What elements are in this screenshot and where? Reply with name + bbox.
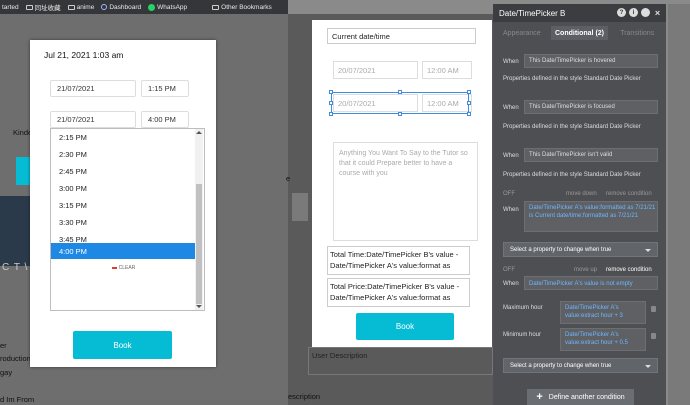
property-editor-panel: Date/TimePicker B ? i × Appearance Condi… — [493, 4, 666, 405]
plus-icon: + — [536, 391, 543, 403]
current-datetime-field[interactable]: Current date/time — [327, 28, 476, 44]
background-button — [16, 157, 30, 185]
time-option[interactable]: 2:30 PM — [51, 146, 196, 162]
whatsapp-icon — [148, 3, 156, 11]
window-scrollbar[interactable] — [668, 4, 690, 405]
move-up-button[interactable]: move up — [574, 267, 597, 273]
move-down-button[interactable]: move down — [566, 191, 597, 197]
help-icon[interactable]: ? — [617, 8, 626, 17]
trash-icon[interactable] — [651, 306, 656, 312]
condition-invalid[interactable]: This Date/TimePicker isn't valid — [524, 148, 658, 162]
tab-appearance[interactable]: Appearance — [493, 26, 551, 40]
background-text-from: d Im From — [0, 395, 35, 404]
when-label: When — [503, 153, 519, 159]
resize-handle[interactable] — [329, 101, 333, 105]
when-label: When — [503, 207, 519, 213]
time-option[interactable]: 3:15 PM — [51, 197, 196, 213]
info-icon[interactable]: i — [629, 8, 638, 17]
time-option[interactable]: 3:00 PM — [51, 180, 196, 196]
remove-condition-button[interactable]: remove condition — [606, 191, 652, 197]
bookmarks-bar: tarted 同址收藏 anime Dashboard WhatsApp Oth… — [0, 0, 288, 14]
time-option[interactable]: 2:15 PM — [51, 129, 196, 145]
panel-tabs: Appearance Conditional (2) Transitions — [493, 26, 666, 40]
condition-hovered[interactable]: This Date/TimePicker is hovered — [524, 54, 658, 68]
time-option-selected[interactable]: 4:00 PM — [51, 243, 196, 259]
condition-toggle-off[interactable]: OFF — [503, 267, 515, 273]
book-button[interactable]: Book — [73, 331, 172, 359]
dropdown-scroll-thumb[interactable] — [196, 184, 202, 304]
time-input-a[interactable]: 1:15 PM — [141, 80, 189, 97]
bookmark-anime[interactable]: anime — [67, 4, 94, 11]
bookmark-whatsapp[interactable]: WhatsApp — [148, 3, 187, 11]
properties-focused: Properties defined in the style Standard… — [503, 124, 641, 130]
max-hour-label: Maximum hour — [503, 305, 543, 311]
tab-transitions[interactable]: Transitions — [608, 26, 666, 40]
bookmark-started[interactable]: tarted — [2, 4, 19, 11]
folder-icon — [67, 4, 75, 10]
selection-outline — [331, 92, 469, 114]
comment-icon[interactable] — [641, 8, 650, 17]
trash-icon[interactable] — [651, 333, 656, 339]
condition-focused[interactable]: This Date/TimePicker is focused — [524, 100, 658, 114]
close-icon[interactable]: × — [653, 8, 662, 18]
time-option[interactable]: 3:30 PM — [51, 214, 196, 230]
resize-handle[interactable] — [467, 112, 471, 116]
when-label: When — [503, 59, 519, 65]
canvas-side-text: e — [286, 174, 291, 183]
resize-handle[interactable] — [329, 112, 333, 116]
properties-hovered: Properties defined in the style Standard… — [503, 76, 641, 82]
min-hour-expression[interactable]: Date/TimePicker A's value:extract hour +… — [560, 328, 646, 351]
user-description-field[interactable]: User Description — [308, 347, 493, 375]
resize-handle[interactable] — [398, 112, 402, 116]
when-label: When — [503, 105, 519, 111]
folder-icon — [212, 4, 220, 10]
bookmark-dashboard[interactable]: Dashboard — [101, 4, 141, 11]
background-text-production: roduction — [0, 354, 31, 363]
total-time-text: Total Time:Date/TimePicker B's value - D… — [327, 246, 470, 275]
time-dropdown[interactable]: 2:15 PM 2:30 PM 2:45 PM 3:00 PM 3:15 PM … — [50, 128, 205, 311]
tab-conditional[interactable]: Conditional (2) — [550, 26, 609, 40]
canvas-page: Current date/time 20/07/2021 12:00 AM 20… — [312, 20, 492, 348]
folder-icon — [25, 4, 33, 10]
description-label: escription — [288, 392, 321, 401]
select-property-dropdown[interactable]: Select a property to change when true — [503, 242, 658, 257]
max-hour-expression[interactable]: Date/TimePicker A's value:extract hour +… — [560, 301, 646, 324]
canvas-side-block — [292, 193, 308, 221]
background-text-gay: gay — [0, 368, 13, 377]
remove-condition-button[interactable]: remove condition — [606, 267, 652, 273]
min-hour-label: Minimum hour — [503, 332, 542, 338]
date-picker-a-time[interactable]: 12:00 AM — [422, 61, 472, 79]
when-label: When — [503, 281, 519, 287]
resize-handle[interactable] — [467, 90, 471, 94]
clear-button[interactable]: CLEAR — [51, 265, 196, 271]
condition-expression-2[interactable]: Date/TimePicker A's value is not empty — [524, 276, 658, 290]
properties-invalid: Properties defined in the style Standard… — [503, 172, 641, 178]
scroll-down-icon[interactable] — [196, 305, 202, 308]
resize-handle[interactable] — [467, 101, 471, 105]
datetime-label: Jul 21, 2021 1:03 am — [44, 50, 124, 60]
tutor-message-textarea[interactable]: Anything You Want To Say to the Tutor so… — [333, 142, 478, 241]
time-option[interactable]: 2:45 PM — [51, 163, 196, 179]
minus-icon — [111, 266, 117, 269]
dashboard-icon — [101, 4, 108, 10]
select-property-dropdown[interactable]: Select a property to change when true — [503, 358, 658, 373]
date-picker-a-date[interactable]: 20/07/2021 — [333, 61, 418, 79]
panel-header[interactable]: Date/TimePicker B ? i × — [493, 4, 666, 22]
total-price-text: Total Price:Date/TimePicker B's value - … — [327, 278, 470, 307]
background-image — [0, 196, 30, 266]
bookmark-other[interactable]: Other Bookmarks — [212, 4, 272, 11]
background-image-text: C T \ — [2, 262, 29, 273]
date-input-b[interactable]: 21/07/2021 — [50, 111, 136, 128]
bookmark-favorites[interactable]: 同址收藏 — [25, 2, 61, 12]
resize-handle[interactable] — [398, 90, 402, 94]
background-text-er: er — [0, 341, 7, 350]
scroll-up-icon[interactable] — [196, 131, 202, 134]
resize-handle[interactable] — [329, 90, 333, 94]
canvas-book-button[interactable]: Book — [356, 313, 454, 340]
time-input-b[interactable]: 4:00 PM — [141, 111, 189, 128]
condition-toggle-off[interactable]: OFF — [503, 191, 515, 197]
date-input-a[interactable]: 21/07/2021 — [50, 80, 136, 97]
condition-expression-1[interactable]: Date/TimePicker A's value:formatted as 7… — [524, 201, 658, 232]
define-condition-button[interactable]: + Define another condition — [527, 389, 634, 405]
